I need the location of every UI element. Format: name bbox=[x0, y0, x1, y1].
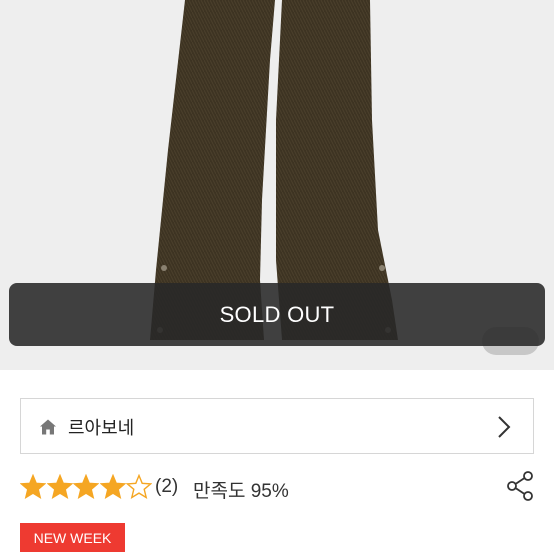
star-rating bbox=[20, 474, 153, 500]
share-icon[interactable] bbox=[506, 471, 534, 501]
brand-link[interactable]: 르아보네 bbox=[20, 398, 534, 454]
review-count[interactable]: (2) bbox=[155, 476, 178, 498]
rating-row: (2) 만족도 95% bbox=[20, 470, 534, 504]
brand-name: 르아보네 bbox=[68, 418, 135, 439]
home-icon bbox=[40, 419, 56, 435]
star-filled-icon bbox=[99, 474, 126, 499]
star-filled-icon bbox=[46, 474, 73, 499]
star-empty-icon bbox=[126, 474, 152, 499]
chevron-right-icon bbox=[498, 416, 511, 438]
star-filled-icon bbox=[73, 474, 99, 499]
new-week-badge: NEW WEEK bbox=[20, 523, 125, 552]
sold-out-banner: SOLD OUT bbox=[9, 283, 545, 346]
satisfaction-score: 만족도 95% bbox=[193, 481, 289, 502]
star-filled-icon bbox=[20, 474, 46, 499]
